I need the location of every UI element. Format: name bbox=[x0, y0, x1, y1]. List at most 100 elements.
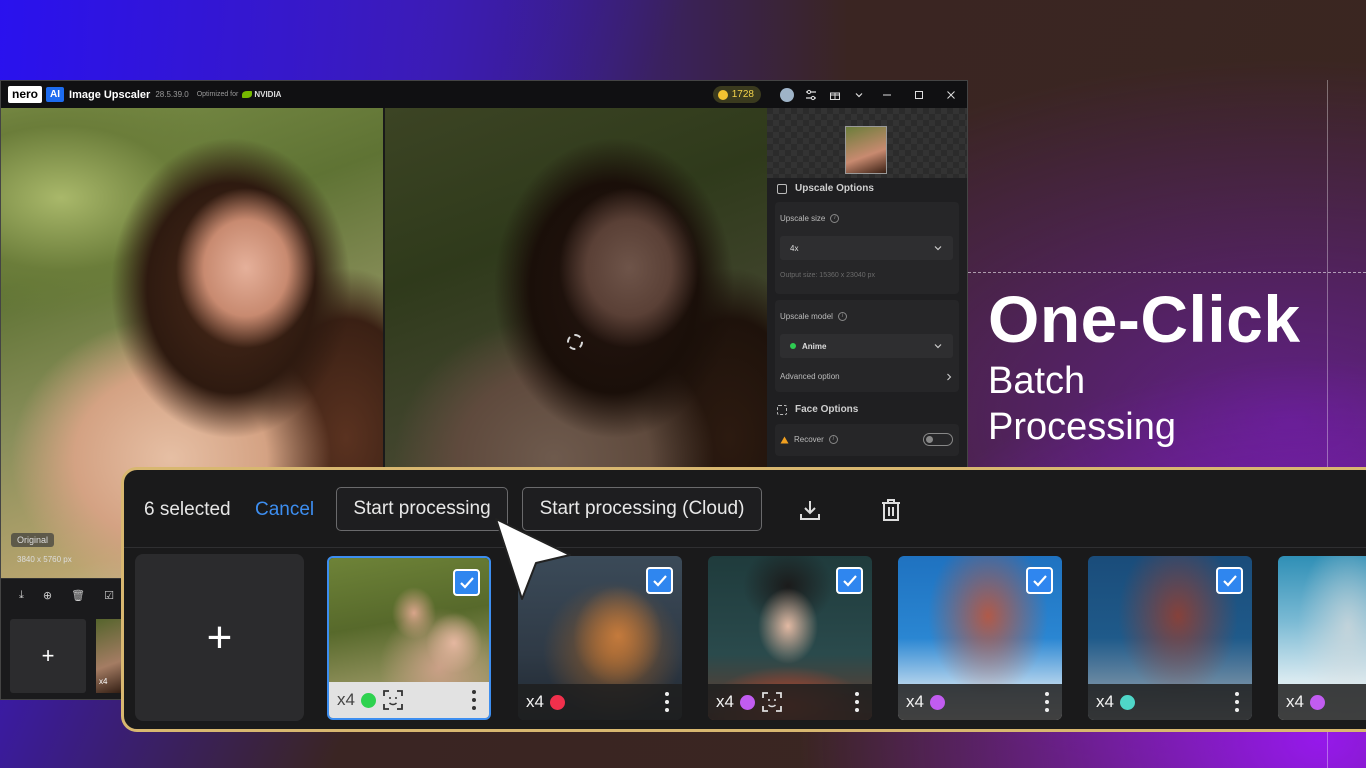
image-tile[interactable]: x4 bbox=[708, 556, 872, 720]
download-icon[interactable] bbox=[797, 497, 823, 523]
checkbox-checked-icon[interactable] bbox=[646, 567, 673, 594]
upscale-options-header: Upscale Options bbox=[777, 183, 874, 194]
nvidia-logo: NVIDIA bbox=[242, 90, 281, 99]
model-status-dot bbox=[929, 694, 945, 710]
advanced-option-label: Advanced option bbox=[780, 372, 840, 381]
close-icon[interactable] bbox=[935, 83, 967, 107]
strip-toolbar: ⤓ ⊕ 🗑 ☑ bbox=[19, 589, 114, 602]
gift-icon[interactable] bbox=[823, 83, 847, 107]
face-recover-icon bbox=[382, 689, 404, 711]
model-value-wrap: Anime bbox=[790, 342, 826, 351]
upscale-size-select[interactable]: 4x bbox=[780, 236, 953, 260]
title-bar: nero AI Image Upscaler 28.5.39.0 Optimiz… bbox=[1, 81, 967, 108]
tile-scale: x4 bbox=[337, 690, 355, 709]
upscale-size-section: Upscale size i 4x Output size: 15360 x 23… bbox=[775, 202, 959, 294]
nvidia-label: NVIDIA bbox=[254, 90, 282, 99]
image-tile[interactable]: x4 bbox=[1088, 556, 1252, 720]
user-avatar[interactable] bbox=[780, 87, 794, 102]
credits-value: 1728 bbox=[731, 89, 754, 100]
more-options-icon[interactable] bbox=[471, 690, 477, 710]
tile-info-bar: x4 bbox=[1088, 684, 1252, 720]
recover-text: Recover bbox=[794, 435, 824, 444]
tile-info-bar: x4 bbox=[518, 684, 682, 720]
upscale-model-value: Anime bbox=[802, 341, 827, 351]
minimize-icon[interactable] bbox=[871, 83, 903, 107]
model-status-dot bbox=[549, 694, 565, 710]
app-version: 28.5.39.0 bbox=[155, 90, 189, 99]
coin-icon bbox=[717, 89, 728, 100]
model-status-dot bbox=[739, 694, 755, 710]
tile-info-bar: x4 bbox=[1278, 684, 1366, 720]
nvidia-eye-icon bbox=[242, 91, 253, 98]
trash-icon[interactable] bbox=[878, 497, 904, 523]
checkbox-checked-icon[interactable] bbox=[453, 569, 480, 596]
checkbox-checked-icon[interactable] bbox=[1216, 567, 1243, 594]
model-status-dot bbox=[1309, 694, 1325, 710]
original-badge: Original bbox=[11, 533, 55, 547]
maximize-icon[interactable] bbox=[903, 83, 935, 107]
tile-scale: x4 bbox=[716, 692, 734, 711]
guide-line-horizontal bbox=[968, 272, 1366, 273]
upscale-size-text: Upscale size bbox=[780, 214, 826, 223]
chevron-right-icon bbox=[947, 373, 952, 380]
optimized-for-label: Optimized for bbox=[196, 91, 239, 98]
add-circle-icon[interactable]: ⊕ bbox=[43, 589, 52, 602]
model-status-dot bbox=[790, 342, 796, 349]
chevron-down-icon[interactable] bbox=[847, 83, 871, 107]
tile-scale: x4 bbox=[1096, 692, 1114, 711]
checkbox-icon[interactable]: ☑ bbox=[104, 589, 114, 602]
cancel-link[interactable]: Cancel bbox=[255, 499, 314, 521]
info-icon[interactable]: i bbox=[830, 214, 840, 223]
upscale-model-section: Upscale model i Anime Advanced option bbox=[775, 300, 959, 392]
face-options-header: Face Options bbox=[777, 404, 858, 415]
recover-toggle[interactable] bbox=[923, 433, 953, 446]
trash-icon[interactable]: 🗑 bbox=[71, 589, 85, 602]
upscale-model-select[interactable]: Anime bbox=[780, 334, 953, 358]
more-options-icon[interactable] bbox=[664, 692, 670, 712]
model-status-dot bbox=[1119, 694, 1135, 710]
tile-info-bar: x4 bbox=[898, 684, 1062, 720]
headline-line-2: Processing bbox=[988, 406, 1176, 448]
more-options-icon[interactable] bbox=[854, 692, 860, 712]
chevron-down-icon bbox=[934, 344, 942, 349]
face-recover-icon bbox=[761, 691, 783, 713]
tile-scale: x4 bbox=[1286, 692, 1304, 711]
chevron-down-icon bbox=[934, 246, 942, 251]
upscale-size-label: Upscale size i bbox=[780, 214, 840, 223]
loading-spinner-icon bbox=[567, 334, 583, 350]
batch-toolbar: 6 selected Cancel Start processing Start… bbox=[124, 470, 1366, 548]
original-size: 3840 x 5760 px bbox=[17, 555, 72, 564]
add-image-button[interactable]: + bbox=[10, 619, 86, 693]
advanced-option-row[interactable]: Advanced option bbox=[780, 372, 953, 381]
more-options-icon[interactable] bbox=[1044, 692, 1050, 712]
add-image-tile[interactable]: + bbox=[135, 554, 304, 721]
headline-line-1: Batch bbox=[988, 360, 1086, 402]
headline-title: One-Click bbox=[988, 282, 1301, 356]
tile-scale: x4 bbox=[526, 692, 544, 711]
checkbox-checked-icon[interactable] bbox=[836, 567, 863, 594]
face-options-title: Face Options bbox=[795, 404, 859, 415]
more-options-icon[interactable] bbox=[1234, 692, 1240, 712]
image-tile[interactable]: x4 bbox=[327, 556, 491, 720]
image-tile[interactable]: x4 bbox=[898, 556, 1062, 720]
tile-info-bar: x4 bbox=[708, 684, 872, 720]
tile-info-bar: x4 bbox=[329, 682, 489, 718]
info-icon[interactable]: i bbox=[837, 312, 847, 321]
upscale-model-label: Upscale model i bbox=[780, 312, 847, 321]
output-size-note: Output size: 15360 x 23040 px bbox=[780, 272, 875, 279]
model-status-dot bbox=[360, 692, 376, 708]
nero-logo: nero bbox=[8, 86, 43, 103]
app-title: Image Upscaler bbox=[69, 88, 151, 101]
settings-sliders-icon[interactable] bbox=[799, 83, 823, 107]
info-icon[interactable]: i bbox=[828, 435, 838, 444]
tile-scale: x4 bbox=[906, 692, 924, 711]
credits-badge[interactable]: 1728 bbox=[712, 86, 761, 103]
strip-scale-tag: x4 bbox=[99, 677, 108, 686]
image-tile[interactable]: x4 bbox=[1278, 556, 1366, 720]
upscale-icon bbox=[777, 183, 787, 194]
start-processing-button[interactable]: Start processing bbox=[336, 487, 508, 531]
download-icon[interactable]: ⤓ bbox=[19, 589, 24, 602]
upscale-size-value: 4x bbox=[790, 243, 799, 253]
checkbox-checked-icon[interactable] bbox=[1026, 567, 1053, 594]
face-scan-icon bbox=[777, 404, 787, 415]
